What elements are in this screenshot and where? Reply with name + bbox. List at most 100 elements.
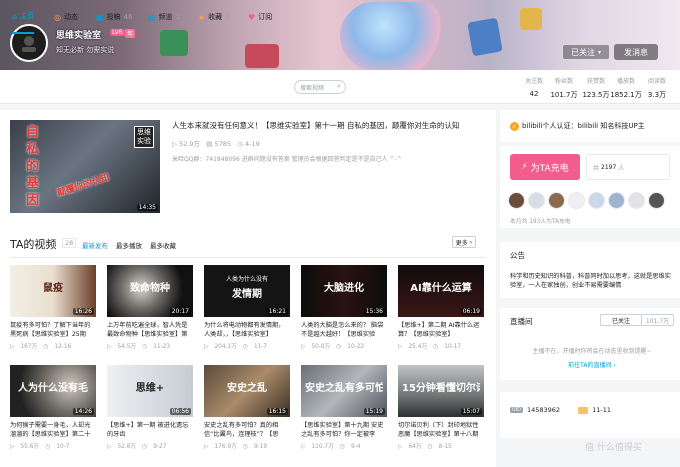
video-meta: ▷ 54.5万 ◷ 11-23 bbox=[107, 341, 193, 350]
video-plays: 52.8万 bbox=[117, 444, 137, 450]
tab-channel[interactable]: ▤ 频道 1 bbox=[148, 0, 180, 34]
chevron-right-icon: › bbox=[469, 238, 473, 246]
live-followed-button[interactable]: 已关注 bbox=[600, 314, 642, 326]
charger-avatar[interactable] bbox=[628, 192, 645, 209]
video-duration: 06:56 bbox=[169, 408, 191, 415]
birthday-value: 11-11 bbox=[592, 406, 611, 414]
channel-icon: ▤ bbox=[148, 12, 156, 22]
search-input[interactable]: 搜索视频 ⌕ bbox=[294, 80, 346, 94]
video-card[interactable]: 鼠疫 16:26 鼠疫有多可怕？了解下当年的黑死病【思维实验室】25期 ▷ 167万 ◷ 1… bbox=[10, 265, 96, 350]
video-card[interactable]: 安史之乱有多可怕 15:19 【思维实验室】第十九期 安史之乱有多可怕？你一定被李 ▷… bbox=[301, 365, 387, 450]
followed-button[interactable]: 已关注 ▾ bbox=[562, 44, 610, 60]
video-thumbnail[interactable]: 15分钟看懂切尔诺贝利 15:07 bbox=[398, 365, 484, 417]
main-content: 思维实验 自私的基因 颠覆你的认知 14:35 人生本来就没有任何意义！【思维实… bbox=[0, 110, 496, 467]
video-title[interactable]: 安史之乱有多可怕？真的相信“比翼鸟，连理枝”？【思 bbox=[204, 421, 290, 439]
clock-icon: ◷ bbox=[45, 444, 51, 450]
featured-video-title[interactable]: 人生本来就没有任何意义！【思维实验室】第十一期 自私的基因，颠覆你对生命的认知 bbox=[172, 120, 492, 131]
video-meta: ▷ 50.8万 ◷ 10-22 bbox=[301, 341, 387, 350]
video-date: 9-27 bbox=[153, 444, 167, 450]
video-title[interactable]: 【思维实验室】第十九期 安史之乱有多可怕？你一定被李 bbox=[301, 421, 387, 439]
tab-uploads[interactable]: ▣ 投稿 46 bbox=[96, 0, 132, 34]
video-duration: 16:21 bbox=[266, 308, 288, 315]
tab-label: 动态 bbox=[63, 13, 78, 21]
play-icon: ▷ bbox=[10, 444, 15, 450]
signature: 知无必新 勿需实说 bbox=[56, 46, 115, 54]
clock-icon: ◷ bbox=[142, 344, 148, 350]
search-icon[interactable]: ⌕ bbox=[337, 82, 341, 91]
video-thumbnail[interactable]: AI靠什么运算 06:19 bbox=[398, 265, 484, 317]
gift-box-decoration bbox=[520, 8, 542, 30]
video-title[interactable]: 鼠疫有多可怕？了解下当年的黑死病【思维实验室】25期 bbox=[10, 321, 96, 339]
charger-avatar[interactable] bbox=[588, 192, 605, 209]
video-card[interactable]: 大脑进化 15:36 人类的大脑是怎么来的？ 脑袋不是越大越好！【思维实验 ▷ 50.8… bbox=[301, 265, 387, 350]
section-count: 28 bbox=[62, 238, 77, 248]
sort-latest[interactable]: 最新发布 bbox=[82, 240, 108, 250]
charger-avatar[interactable] bbox=[528, 192, 545, 209]
video-card[interactable]: 人为什么没有毛 14:26 为何猴子需要一身毛，人却光溜溜的【思维实验室】第二十 ▷ 5… bbox=[10, 365, 96, 450]
video-title[interactable]: 【思维+】第一期 被进化遗忘的牙齿 bbox=[107, 421, 193, 439]
video-title[interactable]: 上万年前吃遍全球，智人凭是最致命物种【思维实验室】第二 bbox=[107, 321, 193, 339]
video-card[interactable]: 15分钟看懂切尔诺贝利 15:07 切尔诺贝利（下）封印地狱性恶魔【思维实验室】第十… bbox=[398, 365, 484, 450]
charger-avatar[interactable] bbox=[568, 192, 585, 209]
tab-favorites[interactable]: ★ 收藏 3 bbox=[198, 0, 230, 34]
video-duration: 16:15 bbox=[266, 408, 288, 415]
video-thumbnail[interactable]: 人为什么没有毛 14:26 bbox=[10, 365, 96, 417]
video-title[interactable]: 为何猴子需要一身毛，人却光溜溜的【思维实验室】第二十 bbox=[10, 421, 96, 439]
lightning-icon: ⚡ bbox=[521, 162, 528, 172]
charge-total-suffix: 人 bbox=[618, 164, 625, 172]
live-link-label: 前往TA的直播间 bbox=[568, 362, 612, 369]
video-date: 11-23 bbox=[153, 344, 171, 350]
video-thumbnail[interactable]: 致命物种 20:17 bbox=[107, 265, 193, 317]
charger-avatar[interactable] bbox=[548, 192, 565, 209]
video-plays: 55.6万 bbox=[20, 444, 40, 450]
tab-dynamic[interactable]: ◎ 动态 bbox=[54, 0, 78, 34]
featured-video-thumbnail[interactable]: 思维实验 自私的基因 颠覆你的认知 14:35 bbox=[10, 120, 160, 213]
thumb-text: 安史之乱有多可怕 bbox=[305, 383, 383, 394]
video-meta: ▷ 167万 ◷ 12-16 bbox=[10, 341, 96, 350]
video-duration: 06:19 bbox=[460, 308, 482, 315]
video-title[interactable]: 人类的大脑是怎么来的？ 脑袋不是越大越好！【思维实验 bbox=[301, 321, 387, 339]
video-date: 10-17 bbox=[444, 344, 462, 350]
charger-avatar[interactable] bbox=[648, 192, 665, 209]
tab-subscriptions[interactable]: ♥ 订阅 bbox=[248, 0, 272, 34]
tab-home[interactable]: ⌂ 主页 bbox=[12, 0, 35, 34]
danmaku-icon: ▤ bbox=[206, 140, 213, 148]
charge-button[interactable]: ⚡ 为TA充电 bbox=[510, 154, 580, 180]
video-card[interactable]: 安史之乱 16:15 安史之乱有多可怕？真的相信“比翼鸟，连理枝”？【思 ▷ 176.9… bbox=[204, 365, 290, 450]
charger-avatar[interactable] bbox=[608, 192, 625, 209]
charge-total-count: 2197 bbox=[601, 163, 617, 171]
more-button[interactable]: 更多 › bbox=[452, 236, 476, 248]
video-title[interactable]: 切尔诺贝利（下）封印地狱性恶魔【思维实验室】第十八期 bbox=[398, 421, 484, 439]
video-card[interactable]: 思维+ 06:56 【思维+】第一期 被进化遗忘的牙齿 ▷ 52.8万 ◷ 9-27 bbox=[107, 365, 193, 450]
charger-avatar[interactable] bbox=[508, 192, 525, 209]
thumb-text: 15分钟看懂切尔诺贝利 bbox=[402, 383, 480, 394]
video-thumbnail[interactable]: 鼠疫 16:26 bbox=[10, 265, 96, 317]
video-thumbnail[interactable]: 安史之乱有多可怕 15:19 bbox=[301, 365, 387, 417]
gift-box-decoration bbox=[245, 44, 279, 68]
video-thumbnail[interactable]: 安史之乱 16:15 bbox=[204, 365, 290, 417]
video-card[interactable]: 人类为什么没有 发情期 16:21 为什么将电动物都有发情期，人类却，，【思维实验室】… bbox=[204, 265, 290, 350]
video-plays: 110.7万 bbox=[311, 444, 334, 450]
video-plays: 54.5万 bbox=[117, 344, 137, 350]
video-card[interactable]: 致命物种 20:17 上万年前吃遍全球，智人凭是最致命物种【思维实验室】第二 ▷ 54.… bbox=[107, 265, 193, 350]
divider bbox=[10, 257, 486, 258]
video-plays: 167万 bbox=[20, 344, 38, 350]
send-message-button[interactable]: 发消息 bbox=[614, 44, 658, 60]
video-plays: 64万 bbox=[408, 444, 422, 450]
thumb-text: 人为什么没有毛 bbox=[18, 383, 88, 394]
video-card[interactable]: AI靠什么运算 06:19 【思维+】第二期 AI靠什么运算？【思维实验室】 ▷ 25.… bbox=[398, 265, 484, 350]
sort-most-played[interactable]: 最多播放 bbox=[116, 240, 142, 250]
live-empty-text: 主播不在，开播时你将会在动态里收到提醒~ bbox=[532, 348, 652, 355]
video-thumbnail[interactable]: 人类为什么没有 发情期 16:21 bbox=[204, 265, 290, 317]
clock-icon: ◷ bbox=[142, 444, 148, 450]
video-thumbnail[interactable]: 大脑进化 15:36 bbox=[301, 265, 387, 317]
tab-label: 投稿 bbox=[106, 13, 121, 21]
live-room-link[interactable]: 前往TA的直播间 › bbox=[510, 360, 674, 369]
sort-most-favorited[interactable]: 最多收藏 bbox=[150, 240, 176, 250]
section-title: TA的视频 bbox=[10, 238, 57, 251]
video-title[interactable]: 【思维+】第二期 AI靠什么运算？【思维实验室】 bbox=[398, 321, 484, 339]
video-title[interactable]: 为什么将电动物都有发情期，人类却，，【思维实验室】 bbox=[204, 321, 290, 339]
video-thumbnail[interactable]: 思维+ 06:56 bbox=[107, 365, 193, 417]
charge-total-prefix: 共 bbox=[593, 164, 600, 172]
thumb-text: 鼠疫 bbox=[43, 283, 63, 294]
